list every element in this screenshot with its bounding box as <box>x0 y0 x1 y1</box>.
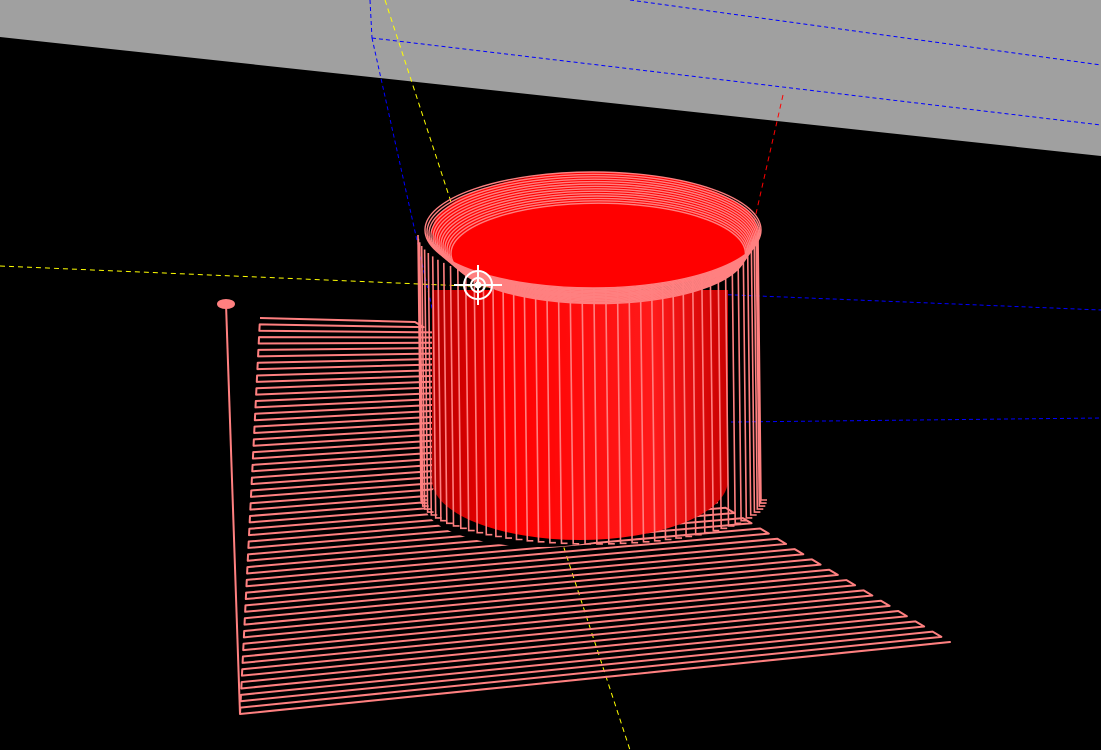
scene-canvas[interactable] <box>0 0 1101 750</box>
3d-viewport[interactable] <box>0 0 1101 750</box>
x-axis-line <box>0 265 491 288</box>
build-plate <box>0 0 1101 156</box>
travel-move <box>217 299 241 715</box>
travel-start-marker <box>217 299 235 309</box>
travel-line <box>225 303 241 715</box>
